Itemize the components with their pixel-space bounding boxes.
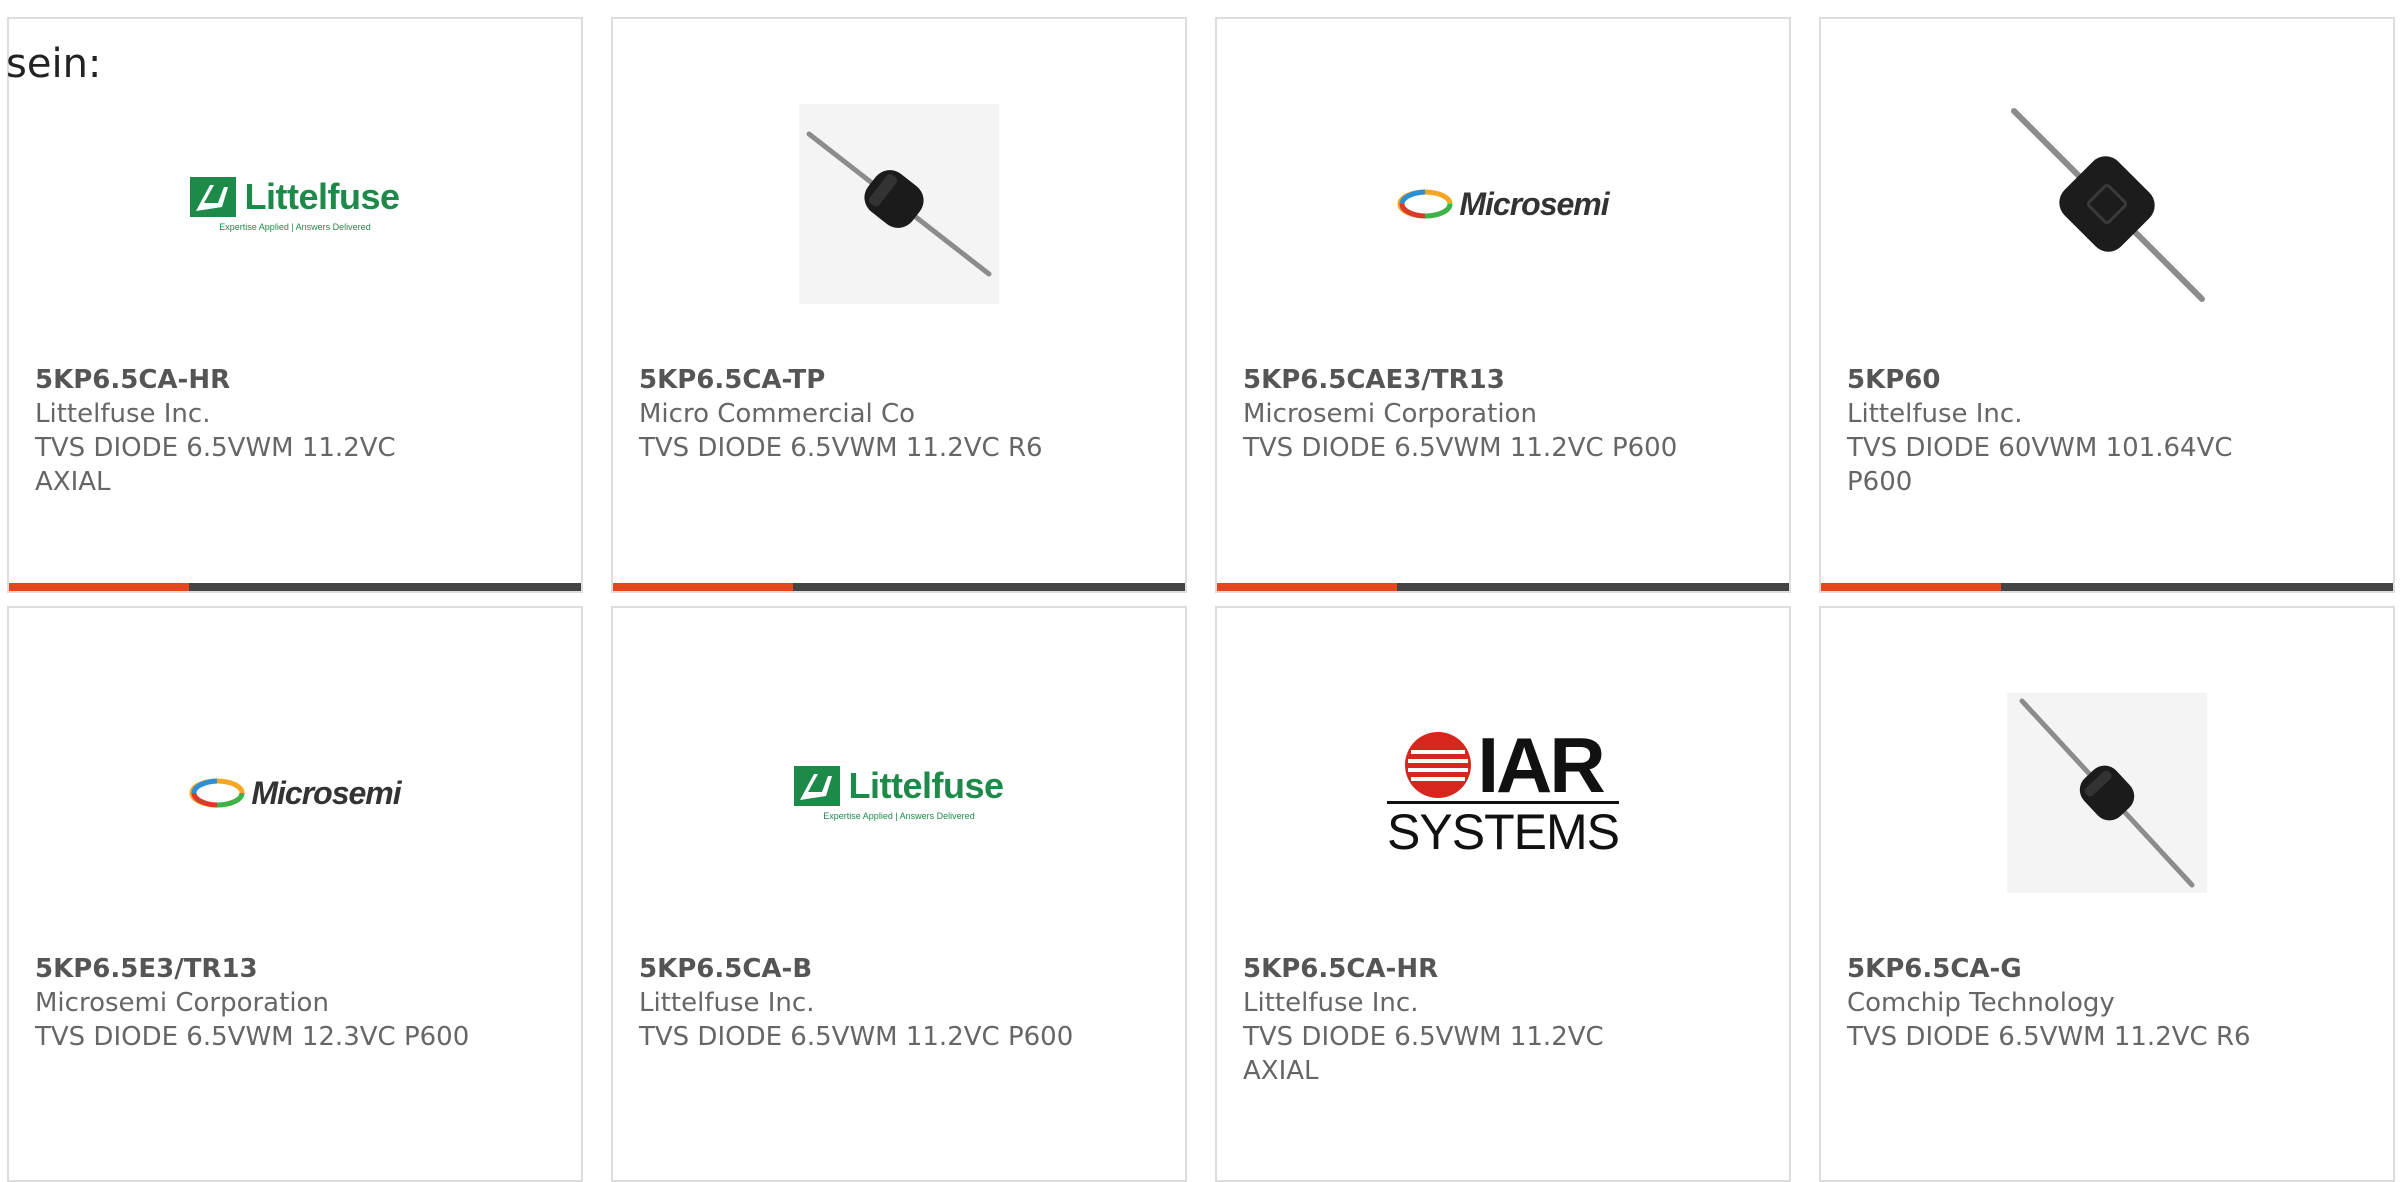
manufacturer-logo-littelfuse: Littelfuse Expertise Applied | Answers D… (613, 668, 1185, 918)
part-number[interactable]: 5KP6.5CA-HR (1243, 952, 1769, 986)
product-description-cont: AXIAL (1243, 1056, 1319, 1086)
manufacturer-logo-microsemi: Microsemi (1217, 79, 1789, 329)
product-photo-diode (1821, 79, 2393, 329)
microsemi-icon (189, 778, 245, 808)
product-description: TVS DIODE 6.5VWM 11.2VC P600 (639, 1022, 1074, 1052)
part-number[interactable]: 5KP6.5CA-B (639, 952, 1165, 986)
card-bottom-bar (1217, 583, 1789, 591)
product-card[interactable]: 5KP6.5CA-G Comchip Technology TVS DIODE … (1819, 606, 2395, 1182)
product-description: TVS DIODE 6.5VWM 11.2VC P600 (1243, 433, 1678, 463)
littelfuse-logo-tagline: Expertise Applied | Answers Delivered (823, 811, 975, 821)
product-photo-diode (1821, 668, 2393, 918)
littelfuse-logo-name: Littelfuse (244, 176, 400, 217)
manufacturer-name: Littelfuse Inc. (1847, 399, 2023, 429)
product-card[interactable]: Littelfuse Expertise Applied | Answers D… (611, 606, 1187, 1182)
manufacturer-name: Littelfuse Inc. (35, 399, 211, 429)
product-card[interactable]: Littelfuse Expertise Applied | Answers D… (7, 17, 583, 593)
product-card[interactable]: Microsemi 5KP6.5CAE3/TR13 Microsemi Corp… (1215, 17, 1791, 593)
part-number[interactable]: 5KP6.5E3/TR13 (35, 952, 561, 986)
littelfuse-logo-name: Littelfuse (848, 765, 1004, 806)
part-number[interactable]: 5KP6.5CAE3/TR13 (1243, 363, 1769, 397)
diode-image (799, 104, 999, 304)
manufacturer-name: Littelfuse Inc. (1243, 988, 1419, 1018)
part-number[interactable]: 5KP60 (1847, 363, 2373, 397)
product-card[interactable]: 5KP60 Littelfuse Inc. TVS DIODE 60VWM 10… (1819, 17, 2395, 593)
manufacturer-name: Littelfuse Inc. (639, 988, 815, 1018)
intro-text: sein: (6, 41, 102, 87)
littelfuse-icon (794, 766, 841, 806)
product-description: TVS DIODE 60VWM 101.64VC (1847, 433, 2233, 463)
manufacturer-name: Microsemi Corporation (35, 988, 329, 1018)
part-number[interactable]: 5KP6.5CA-G (1847, 952, 2373, 986)
iar-icon (1405, 731, 1472, 798)
iar-logo-subtitle: SYSTEMS (1387, 800, 1620, 858)
manufacturer-logo-littelfuse: Littelfuse Expertise Applied | Answers D… (9, 79, 581, 329)
microsemi-logo-name: Microsemi (1459, 185, 1609, 222)
card-bottom-bar (1821, 583, 2393, 591)
manufacturer-logo-microsemi: Microsemi (9, 668, 581, 918)
manufacturer-logo-iar-systems: IAR SYSTEMS (1217, 668, 1789, 918)
product-photo-diode (613, 79, 1185, 329)
card-bottom-bar (613, 583, 1185, 591)
product-card[interactable]: 5KP6.5CA-TP Micro Commercial Co TVS DIOD… (611, 17, 1187, 593)
product-description-cont: AXIAL (35, 467, 111, 497)
part-number[interactable]: 5KP6.5CA-HR (35, 363, 561, 397)
littelfuse-icon (190, 177, 237, 217)
product-card[interactable]: Microsemi 5KP6.5E3/TR13 Microsemi Corpor… (7, 606, 583, 1182)
product-description: TVS DIODE 6.5VWM 11.2VC (35, 433, 396, 463)
product-description: TVS DIODE 6.5VWM 12.3VC P600 (35, 1022, 470, 1052)
manufacturer-name: Micro Commercial Co (639, 399, 916, 429)
manufacturer-name: Comchip Technology (1847, 988, 2115, 1018)
part-number[interactable]: 5KP6.5CA-TP (639, 363, 1165, 397)
product-description: TVS DIODE 6.5VWM 11.2VC R6 (1847, 1022, 2251, 1052)
diode-image (2011, 108, 2205, 302)
manufacturer-name: Microsemi Corporation (1243, 399, 1537, 429)
product-description: TVS DIODE 6.5VWM 11.2VC R6 (639, 433, 1043, 463)
product-description: TVS DIODE 6.5VWM 11.2VC (1243, 1022, 1604, 1052)
microsemi-icon (1397, 189, 1453, 219)
microsemi-logo-name: Microsemi (251, 774, 401, 811)
littelfuse-logo-tagline: Expertise Applied | Answers Delivered (219, 222, 371, 232)
product-description-cont: P600 (1847, 467, 1913, 497)
diode-image (2007, 693, 2207, 893)
card-bottom-bar (9, 583, 581, 591)
iar-logo-name: IAR (1477, 720, 1605, 809)
product-card[interactable]: IAR SYSTEMS 5KP6.5CA-HR Littelfuse Inc. … (1215, 606, 1791, 1182)
